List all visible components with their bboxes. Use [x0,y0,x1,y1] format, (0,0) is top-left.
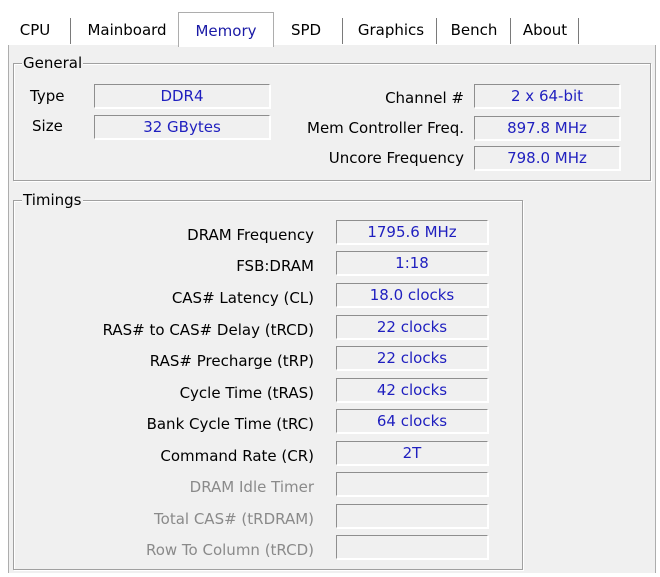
timing-value-cas-latency: 18.0 clocks [336,283,488,307]
tab-about[interactable]: About [514,16,576,44]
timing-label-trp: RAS# Precharge (tRP) [149,352,314,370]
tab-mainboard[interactable]: Mainboard [74,16,180,44]
timing-value-dram-frequency: 1795.6 MHz [336,220,488,244]
timing-value-dram-idle-timer [336,472,488,496]
timing-label-row-to-column: Row To Column (tRCD) [145,541,314,559]
tab-bench[interactable]: Bench [440,16,508,44]
timing-label-tras: Cycle Time (tRAS) [179,384,314,402]
timing-label-dram-idle-timer: DRAM Idle Timer [189,478,314,496]
timing-value-tras: 42 clocks [336,378,488,402]
timing-value-total-cas [336,504,488,528]
timings-group-title: Timings [22,191,83,209]
general-group-title: General [22,54,84,72]
timings-group: Timings DRAM Frequency 1795.6 MHz FSB:DR… [13,191,523,570]
tab-memory[interactable]: Memory [178,12,274,47]
timing-value-fsb-dram: 1:18 [336,251,488,275]
timing-label-dram-frequency: DRAM Frequency [187,226,314,244]
type-value: DDR4 [94,84,270,108]
timing-value-trcd: 22 clocks [336,315,488,339]
tab-bar: CPU Mainboard Memory SPD Graphics Bench … [8,12,654,47]
size-value: 32 GBytes [94,115,270,139]
timing-value-trc: 64 clocks [336,409,488,433]
channel-value: 2 x 64-bit [474,84,620,108]
timing-label-fsb-dram: FSB:DRAM [236,257,314,275]
timing-label-total-cas: Total CAS# (tRDRAM) [154,510,314,528]
mem-controller-freq-value: 897.8 MHz [474,116,620,140]
timing-label-cas-latency: CAS# Latency (CL) [171,289,314,307]
memory-panel: General Type DDR4 Size 32 GBytes Channel… [8,45,656,573]
timing-label-trc: Bank Cycle Time (tRC) [146,415,314,433]
channel-label: Channel # [385,89,464,107]
timing-label-trcd: RAS# to CAS# Delay (tRCD) [102,321,314,339]
tab-separator [436,18,437,44]
uncore-frequency-label: Uncore Frequency [328,149,464,167]
tab-separator [70,18,71,44]
uncore-frequency-value: 798.0 MHz [474,146,620,170]
timing-value-row-to-column [336,535,488,559]
size-label: Size [32,117,63,135]
timing-label-command-rate: Command Rate (CR) [160,447,314,465]
mem-controller-freq-label: Mem Controller Freq. [307,119,464,137]
tab-graphics[interactable]: Graphics [348,16,434,44]
type-label: Type [30,87,65,105]
tab-spd[interactable]: SPD [280,16,332,44]
tab-separator [578,18,579,44]
tab-separator [510,18,511,44]
timing-value-command-rate: 2T [336,441,488,465]
tab-cpu[interactable]: CPU [10,16,60,44]
timing-value-trp: 22 clocks [336,346,488,370]
tab-separator [342,18,343,44]
general-group: General Type DDR4 Size 32 GBytes Channel… [13,54,651,181]
